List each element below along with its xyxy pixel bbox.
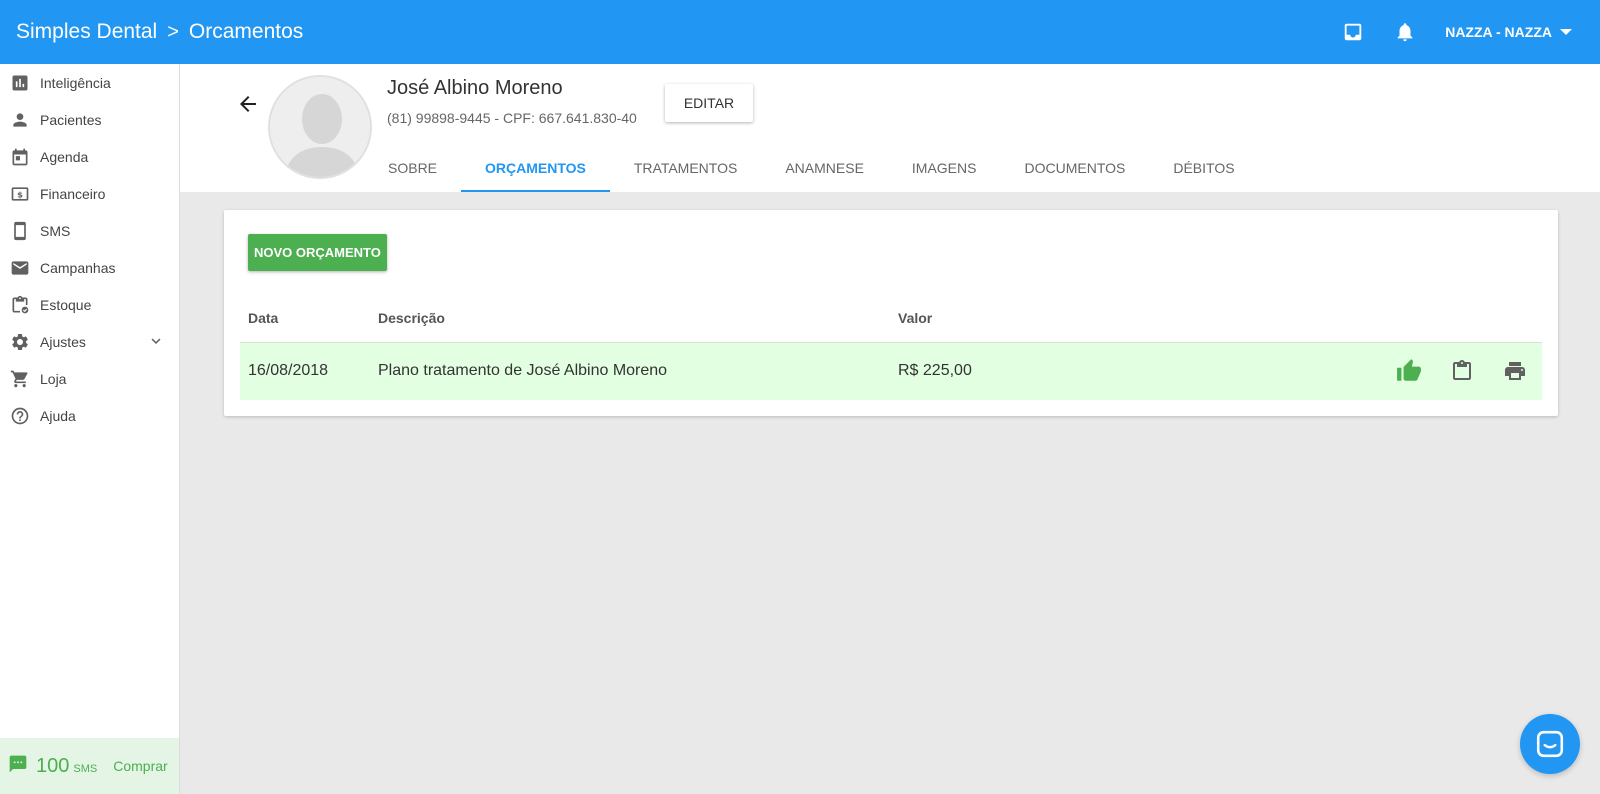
phone-icon bbox=[9, 220, 31, 242]
row-description: Plano tratamento de José Albino Moreno bbox=[378, 362, 668, 379]
svg-text:$: $ bbox=[17, 189, 23, 199]
sidebar-item-label: SMS bbox=[40, 222, 71, 239]
sidebar-item-loja[interactable]: Loja bbox=[0, 360, 179, 397]
avatar bbox=[268, 75, 372, 179]
back-arrow-icon[interactable] bbox=[236, 92, 264, 120]
mail-icon bbox=[9, 257, 31, 279]
sidebar-item-pacientes[interactable]: Pacientes bbox=[0, 101, 179, 138]
tab-documentos[interactable]: DOCUMENTOS bbox=[1000, 144, 1149, 192]
chevron-down-icon[interactable] bbox=[147, 332, 165, 353]
sidebar-item-label: Pacientes bbox=[40, 111, 102, 128]
gear-icon bbox=[9, 331, 31, 353]
sidebar-item-agenda[interactable]: Agenda bbox=[0, 138, 179, 175]
buy-sms-link[interactable]: Comprar bbox=[113, 758, 167, 774]
top-app-bar: Simples Dental > Orcamentos NAZZA - NAZZ… bbox=[0, 0, 1600, 64]
sms-count: 100 bbox=[36, 754, 70, 777]
patient-name: José Albino Moreno bbox=[387, 77, 563, 99]
clipboard-icon[interactable] bbox=[1447, 356, 1477, 386]
table-header: Data Descrição Valor bbox=[240, 310, 1542, 343]
patient-tabs: SOBRE ORÇAMENTOS TRATAMENTOS ANAMNESE IM… bbox=[364, 144, 1259, 192]
sidebar-item-ajuda[interactable]: Ajuda bbox=[0, 397, 179, 434]
tab-debitos[interactable]: DÉBITOS bbox=[1149, 144, 1258, 192]
sidebar-item-financeiro[interactable]: $ Financeiro bbox=[0, 175, 179, 212]
sidebar-item-label: Inteligência bbox=[40, 74, 111, 91]
tab-imagens[interactable]: IMAGENS bbox=[888, 144, 1001, 192]
sidebar-item-label: Ajuda bbox=[40, 407, 76, 424]
patient-header: José Albino Moreno (81) 99898-9445 - CPF… bbox=[180, 64, 1600, 192]
cart-icon bbox=[9, 368, 31, 390]
caret-down-icon bbox=[1560, 29, 1572, 35]
brand-link[interactable]: Simples Dental bbox=[16, 20, 157, 44]
help-icon bbox=[9, 405, 31, 427]
money-icon: $ bbox=[9, 183, 31, 205]
column-header-description: Descrição bbox=[378, 310, 445, 326]
thumbs-up-icon[interactable] bbox=[1394, 356, 1424, 386]
sidebar-item-label: Estoque bbox=[40, 296, 92, 313]
tab-sobre[interactable]: SOBRE bbox=[364, 144, 461, 192]
sidebar-item-label: Financeiro bbox=[40, 185, 106, 202]
breadcrumb-current: Orcamentos bbox=[188, 20, 304, 43]
table-row[interactable]: 16/08/2018 Plano tratamento de José Albi… bbox=[240, 343, 1542, 400]
top-bar-actions: NAZZA - NAZZA bbox=[1333, 0, 1572, 64]
sidebar-item-label: Ajustes bbox=[40, 333, 86, 350]
breadcrumb: Simples Dental > Orcamentos bbox=[16, 20, 303, 44]
row-actions bbox=[1371, 356, 1530, 386]
column-header-value: Valor bbox=[898, 310, 933, 326]
new-budget-button[interactable]: NOVO ORÇAMENTO bbox=[248, 234, 387, 271]
tab-orcamentos[interactable]: ORÇAMENTOS bbox=[461, 144, 610, 192]
row-date: 16/08/2018 bbox=[248, 362, 329, 379]
calendar-icon bbox=[9, 146, 31, 168]
sidebar-item-ajustes[interactable]: Ajustes bbox=[0, 323, 179, 360]
tab-anamnese[interactable]: ANAMNESE bbox=[761, 144, 888, 192]
row-value: R$ 225,00 bbox=[898, 362, 972, 379]
sidebar-item-estoque[interactable]: Estoque bbox=[0, 286, 179, 323]
chat-launcher-icon[interactable] bbox=[1520, 714, 1580, 774]
bar-chart-icon bbox=[9, 72, 31, 94]
bell-icon[interactable] bbox=[1385, 12, 1425, 52]
patient-contact-info: (81) 99898-9445 - CPF: 667.641.830-40 bbox=[387, 110, 637, 126]
column-header-date: Data bbox=[248, 310, 279, 326]
user-name: NAZZA - NAZZA bbox=[1445, 24, 1552, 40]
message-icon bbox=[8, 754, 28, 779]
budgets-card: NOVO ORÇAMENTO Data Descrição Valor 16/0… bbox=[224, 210, 1558, 416]
sidebar: Inteligência Pacientes Agenda $ Financei… bbox=[0, 64, 180, 794]
edit-button[interactable]: EDITAR bbox=[665, 84, 753, 122]
sidebar-item-label: Agenda bbox=[40, 148, 89, 165]
tab-tratamentos[interactable]: TRATAMENTOS bbox=[610, 144, 761, 192]
sidebar-item-campanhas[interactable]: Campanhas bbox=[0, 249, 179, 286]
sidebar-item-label: Loja bbox=[40, 370, 67, 387]
sms-unit: SMS bbox=[73, 763, 98, 775]
inbox-icon[interactable] bbox=[1333, 12, 1373, 52]
person-icon bbox=[9, 109, 31, 131]
sms-balance: 100 SMS Comprar bbox=[0, 738, 179, 794]
sidebar-item-inteligencia[interactable]: Inteligência bbox=[0, 64, 179, 101]
user-menu[interactable]: NAZZA - NAZZA bbox=[1445, 24, 1572, 40]
sidebar-item-label: Campanhas bbox=[40, 259, 116, 276]
clipboard-check-icon bbox=[9, 294, 31, 316]
print-icon[interactable] bbox=[1500, 356, 1530, 386]
sidebar-item-sms[interactable]: SMS bbox=[0, 212, 179, 249]
breadcrumb-separator: > bbox=[167, 20, 179, 43]
